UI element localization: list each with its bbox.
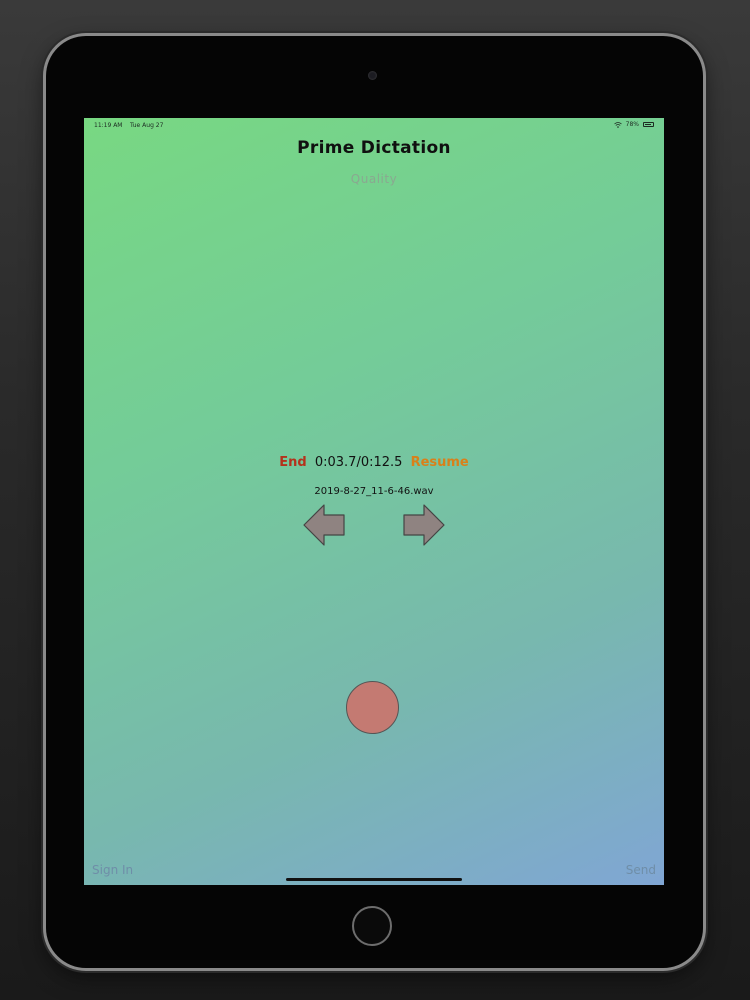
front-camera [368,71,377,80]
battery-percent: 78% [625,121,639,128]
sign-in-button[interactable]: Sign In [92,863,133,877]
time-display: 0:03.7/0:12.5 [314,455,403,470]
status-date: Tue Aug 27 [130,122,164,129]
status-bar: 11:19 AM Tue Aug 27 78% [84,118,664,132]
battery-icon [643,122,654,127]
app-screen: 11:19 AM Tue Aug 27 78% Prime Dictation … [84,118,664,885]
playback-status-row: End 0:03.7/0:12.5 Resume [84,455,664,470]
wifi-icon [613,121,622,128]
previous-arrow-icon[interactable] [302,503,348,547]
app-title: Prime Dictation [297,138,451,158]
recording-filename: 2019-8-27_11-6-46.wav [314,486,434,497]
record-button[interactable] [346,681,399,734]
quality-button[interactable]: Quality [84,172,664,186]
status-time: 11:19 AM [94,122,123,129]
end-button[interactable]: End [279,455,306,470]
status-right: 78% [613,121,654,128]
home-button[interactable] [352,906,392,946]
send-button[interactable]: Send [626,863,656,877]
ipad-frame: 11:19 AM Tue Aug 27 78% Prime Dictation … [46,36,703,968]
resume-button[interactable]: Resume [411,455,469,470]
next-arrow-icon[interactable] [400,503,446,547]
home-indicator [286,878,462,881]
